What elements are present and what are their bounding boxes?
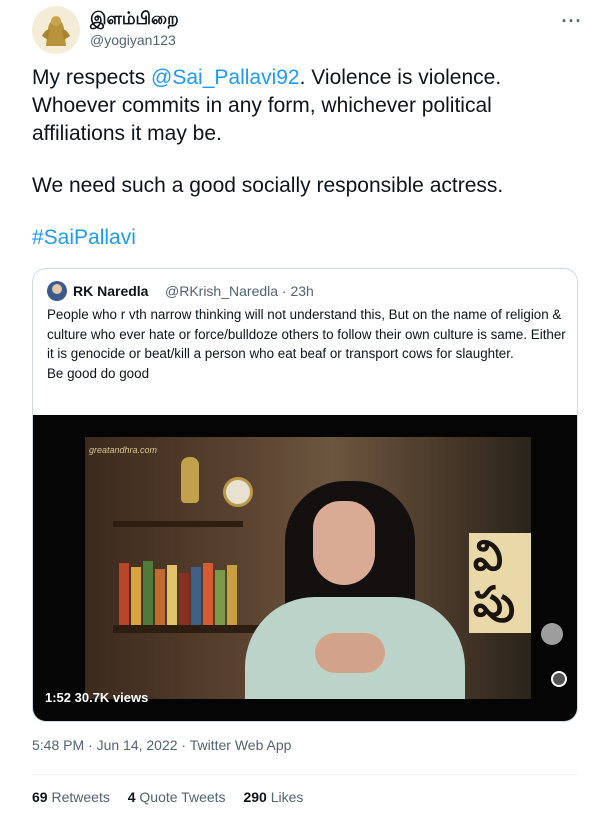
video-duration-views: 1:52 30.7K views — [45, 690, 149, 705]
lamp-graphic — [181, 457, 199, 503]
book-graphic — [131, 567, 141, 625]
tweet-paragraph-2: We need such a good socially responsible… — [32, 174, 504, 197]
book-graphic — [155, 569, 165, 625]
hashtag-link[interactable]: #SaiPallavi — [32, 224, 572, 252]
likes-count: 290 — [243, 789, 267, 805]
book-graphic — [167, 565, 177, 625]
book-graphic — [227, 565, 237, 625]
person-face-graphic — [313, 501, 375, 585]
tweet-text: My respects @Sai_Pallavi92. Violence is … — [32, 64, 572, 252]
clock-graphic — [223, 477, 253, 507]
tweet-timestamp[interactable]: 5:48 PM · Jun 14, 2022 · Twitter Web App — [32, 737, 291, 753]
tweet-paragraph-1: My respects @Sai_Pallavi92. Violence is … — [32, 64, 572, 148]
more-options-icon[interactable]: ··· — [560, 12, 584, 36]
quoted-avatar — [47, 281, 67, 301]
tweet-text-prefix: My respects — [32, 66, 152, 89]
video-player[interactable]: greatandhra.com వి పు 1:52 30.7K views — [33, 415, 577, 721]
book-graphic — [215, 570, 225, 625]
book-graphic — [143, 561, 153, 625]
retweets-count: 69 — [32, 789, 48, 805]
quoted-text-closing: Be good do good — [47, 365, 150, 381]
retweets-stat[interactable]: 69 Retweets — [32, 789, 110, 805]
mention-link[interactable]: @Sai_Pallavi92 — [151, 66, 300, 89]
quoted-author-meta: @RKrish_Naredla · 23h — [165, 283, 314, 299]
book-graphic — [191, 567, 201, 625]
quoted-tweet-text: People who r vth narrow thinking will no… — [47, 305, 567, 383]
avatar[interactable] — [32, 6, 80, 54]
likes-stat[interactable]: 290 Likes — [243, 789, 303, 805]
author-handle[interactable]: @yogiyan123 — [90, 32, 176, 48]
gold-figurine-avatar-icon — [32, 6, 80, 54]
person-hands-graphic — [315, 633, 385, 673]
likes-label: Likes — [270, 789, 304, 805]
book-graphic — [179, 573, 189, 625]
video-settings-icon[interactable] — [551, 671, 567, 687]
video-control-icon[interactable] — [541, 623, 563, 645]
quotes-label: Quote Tweets — [139, 789, 226, 805]
quoted-tweet[interactable]: RK Naredla @RKrish_Naredla · 23h People … — [32, 268, 578, 722]
quoted-tweet-header: RK Naredla @RKrish_Naredla · 23h — [47, 281, 567, 301]
author-name[interactable]: இளம்பிறை — [90, 9, 179, 31]
video-frame: greatandhra.com వి పు — [85, 437, 531, 699]
book-graphic — [203, 563, 213, 625]
tweet-stats: 69 Retweets 4 Quote Tweets 290 Likes — [32, 789, 317, 805]
quoted-text-body: People who r vth narrow thinking will no… — [47, 307, 566, 361]
quote-tweets-stat[interactable]: 4 Quote Tweets — [128, 789, 226, 805]
wall-poster-text: వి పు — [469, 533, 531, 633]
book-graphic — [119, 563, 129, 625]
divider — [32, 774, 578, 775]
shelf-graphic — [113, 625, 263, 633]
video-watermark: greatandhra.com — [89, 445, 158, 455]
quoted-author-name: RK Naredla — [73, 283, 149, 299]
tweet-header: இளம்பிறை @yogiyan123 ··· — [32, 6, 584, 58]
retweets-label: Retweets — [51, 789, 110, 805]
quotes-count: 4 — [127, 789, 136, 805]
shelf-graphic — [113, 521, 243, 527]
